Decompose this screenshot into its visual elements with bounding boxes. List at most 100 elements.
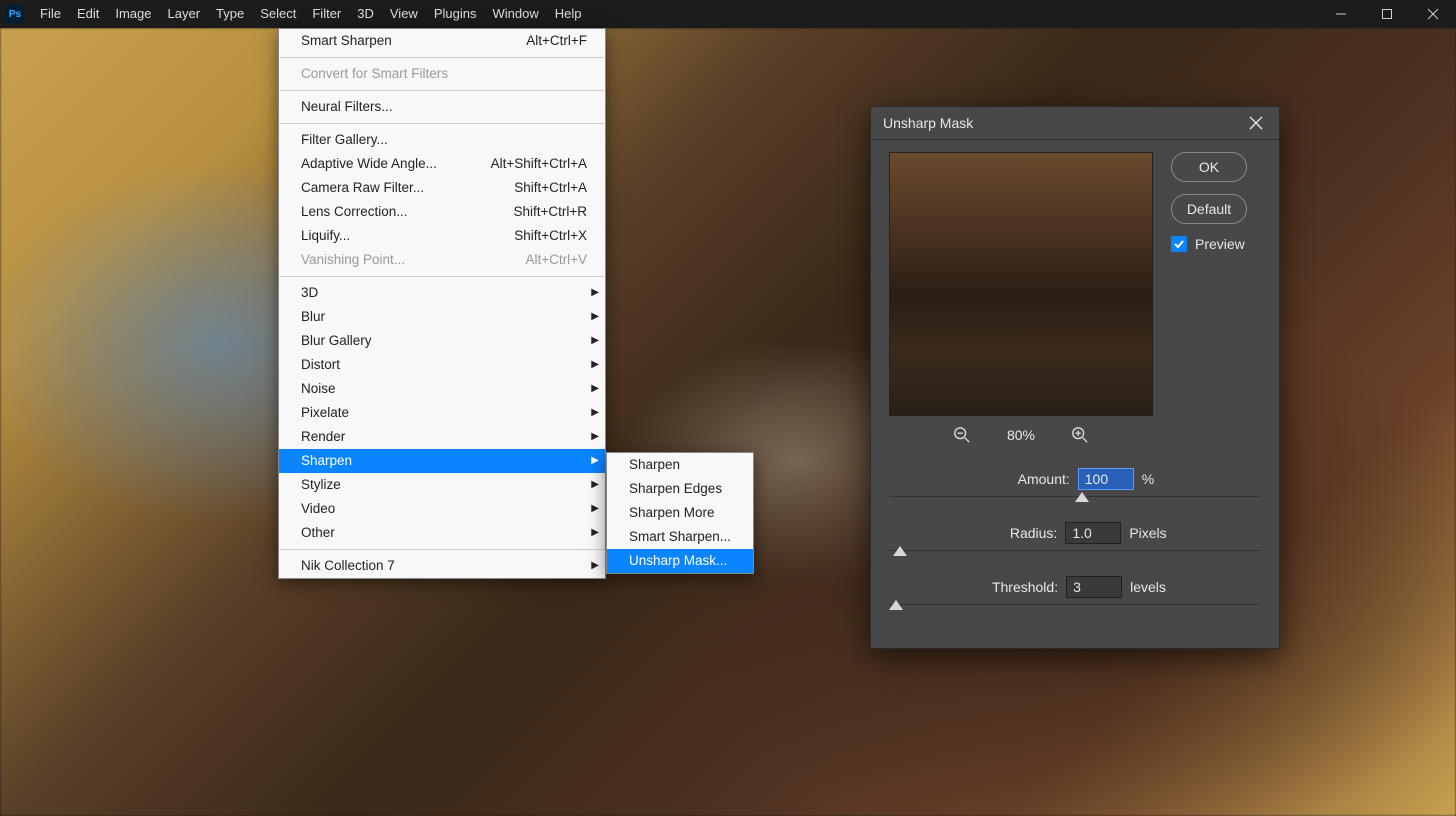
amount-unit: %: [1142, 471, 1154, 487]
menu-label: Smart Sharpen: [301, 32, 392, 50]
filter-dropdown: Smart Sharpen Alt+Ctrl+F Convert for Sma…: [278, 28, 606, 579]
submenu-item-unsharp-mask[interactable]: Unsharp Mask...: [607, 549, 753, 573]
radius-label: Radius:: [983, 525, 1057, 541]
menu-item-filter-gallery[interactable]: Filter Gallery...: [279, 128, 605, 152]
menu-item-distort[interactable]: Distort▶: [279, 353, 605, 377]
default-button[interactable]: Default: [1171, 194, 1247, 224]
menu-item-vanishing-point[interactable]: Vanishing Point... Alt+Ctrl+V: [279, 248, 605, 272]
app-icon: Ps: [6, 5, 24, 23]
zoom-in-icon: [1071, 426, 1089, 444]
menu-item-neural-filters[interactable]: Neural Filters...: [279, 95, 605, 119]
menu-help[interactable]: Help: [547, 0, 590, 28]
menu-shortcut: Alt+Ctrl+F: [526, 32, 587, 50]
menu-item-render[interactable]: Render ▶: [279, 425, 605, 449]
menu-plugins[interactable]: Plugins: [426, 0, 485, 28]
menu-label: Vanishing Point...: [301, 251, 405, 269]
dialog-titlebar[interactable]: Unsharp Mask: [871, 107, 1279, 140]
menu-item-pixelate[interactable]: Pixelate▶: [279, 401, 605, 425]
chevron-right-icon: ▶: [591, 557, 599, 575]
menu-item-sharpen[interactable]: Sharpen▶: [279, 449, 605, 473]
amount-input[interactable]: [1078, 468, 1134, 490]
preview-label: Preview: [1195, 236, 1245, 252]
menu-separator: [280, 90, 604, 91]
menu-label: Adaptive Wide Angle...: [301, 155, 437, 173]
ok-button[interactable]: OK: [1171, 152, 1247, 182]
menu-layer[interactable]: Layer: [160, 0, 209, 28]
menubar: Ps File Edit Image Layer Type Select Fil…: [0, 0, 1456, 28]
menu-item-nik-collection[interactable]: Nik Collection 7▶: [279, 554, 605, 578]
menu-item-stylize[interactable]: Stylize ▶: [279, 473, 605, 497]
menu-item-lens-correction[interactable]: Lens Correction... Shift+Ctrl+R: [279, 200, 605, 224]
chevron-right-icon: ▶: [591, 308, 599, 326]
menu-3d[interactable]: 3D: [349, 0, 382, 28]
chevron-right-icon: ▶: [591, 428, 599, 446]
menu-item-blur-gallery[interactable]: Blur Gallery ▶: [279, 329, 605, 353]
threshold-slider[interactable]: [889, 604, 1261, 618]
zoom-out-button[interactable]: [953, 426, 971, 444]
chevron-right-icon: ▶: [591, 476, 599, 494]
menu-window[interactable]: Window: [484, 0, 546, 28]
slider-thumb[interactable]: [1075, 492, 1089, 502]
menu-label: Blur Gallery: [301, 332, 372, 350]
menu-label: Video: [301, 500, 335, 518]
close-button[interactable]: [1410, 0, 1456, 28]
menu-image[interactable]: Image: [107, 0, 159, 28]
maximize-icon: [1381, 8, 1393, 20]
chevron-right-icon: ▶: [591, 356, 599, 374]
submenu-item-sharpen-edges[interactable]: Sharpen Edges: [607, 477, 753, 501]
menu-label: Sharpen: [629, 456, 680, 474]
amount-slider[interactable]: [889, 496, 1261, 510]
menu-shortcut: Shift+Ctrl+R: [513, 203, 587, 221]
preview-checkbox[interactable]: [1171, 236, 1187, 252]
menu-label: Camera Raw Filter...: [301, 179, 424, 197]
menu-label: Smart Sharpen...: [629, 528, 731, 546]
submenu-item-sharpen[interactable]: Sharpen: [607, 453, 753, 477]
radius-input[interactable]: [1065, 522, 1121, 544]
menu-item-blur[interactable]: Blur▶: [279, 305, 605, 329]
menu-item-other[interactable]: Other▶: [279, 521, 605, 545]
menu-item-last-filter[interactable]: Smart Sharpen Alt+Ctrl+F: [279, 29, 605, 53]
menu-label: Sharpen More: [629, 504, 715, 522]
dialog-title-text: Unsharp Mask: [883, 115, 973, 131]
menu-shortcut: Shift+Ctrl+A: [514, 179, 587, 197]
submenu-item-smart-sharpen[interactable]: Smart Sharpen...: [607, 525, 753, 549]
minimize-button[interactable]: [1318, 0, 1364, 28]
menu-type[interactable]: Type: [208, 0, 252, 28]
menu-item-3d[interactable]: 3D▶: [279, 281, 605, 305]
amount-label: Amount:: [996, 471, 1070, 487]
menu-file[interactable]: File: [32, 0, 69, 28]
menu-edit[interactable]: Edit: [69, 0, 107, 28]
menu-item-liquify[interactable]: Liquify... Shift+Ctrl+X: [279, 224, 605, 248]
zoom-level: 80%: [1007, 427, 1035, 443]
menu-view[interactable]: View: [382, 0, 426, 28]
menu-shortcut: Alt+Ctrl+V: [525, 251, 587, 269]
menu-separator: [280, 123, 604, 124]
radius-slider[interactable]: [889, 550, 1261, 564]
zoom-in-button[interactable]: [1071, 426, 1089, 444]
preview-image[interactable]: [889, 152, 1153, 416]
chevron-right-icon: ▶: [591, 452, 599, 470]
check-icon: [1173, 238, 1185, 250]
submenu-item-sharpen-more[interactable]: Sharpen More: [607, 501, 753, 525]
close-icon: [1427, 8, 1439, 20]
menu-label: Render: [301, 428, 345, 446]
unsharp-mask-dialog: Unsharp Mask 80% OK Default: [870, 106, 1280, 649]
menu-label: Stylize: [301, 476, 341, 494]
menu-separator: [280, 549, 604, 550]
menu-select[interactable]: Select: [252, 0, 304, 28]
maximize-button[interactable]: [1364, 0, 1410, 28]
menu-item-convert-smart[interactable]: Convert for Smart Filters: [279, 62, 605, 86]
threshold-input[interactable]: [1066, 576, 1122, 598]
dialog-close-button[interactable]: [1245, 116, 1267, 130]
menu-filter[interactable]: Filter: [304, 0, 349, 28]
slider-thumb[interactable]: [893, 546, 907, 556]
menu-label: Neural Filters...: [301, 98, 393, 116]
menu-item-video[interactable]: Video▶: [279, 497, 605, 521]
menu-item-adaptive-wide-angle[interactable]: Adaptive Wide Angle... Alt+Shift+Ctrl+A: [279, 152, 605, 176]
menu-item-camera-raw[interactable]: Camera Raw Filter... Shift+Ctrl+A: [279, 176, 605, 200]
menu-label: 3D: [301, 284, 318, 302]
menu-label: Pixelate: [301, 404, 349, 422]
menu-item-noise[interactable]: Noise▶: [279, 377, 605, 401]
chevron-right-icon: ▶: [591, 332, 599, 350]
slider-thumb[interactable]: [889, 600, 903, 610]
